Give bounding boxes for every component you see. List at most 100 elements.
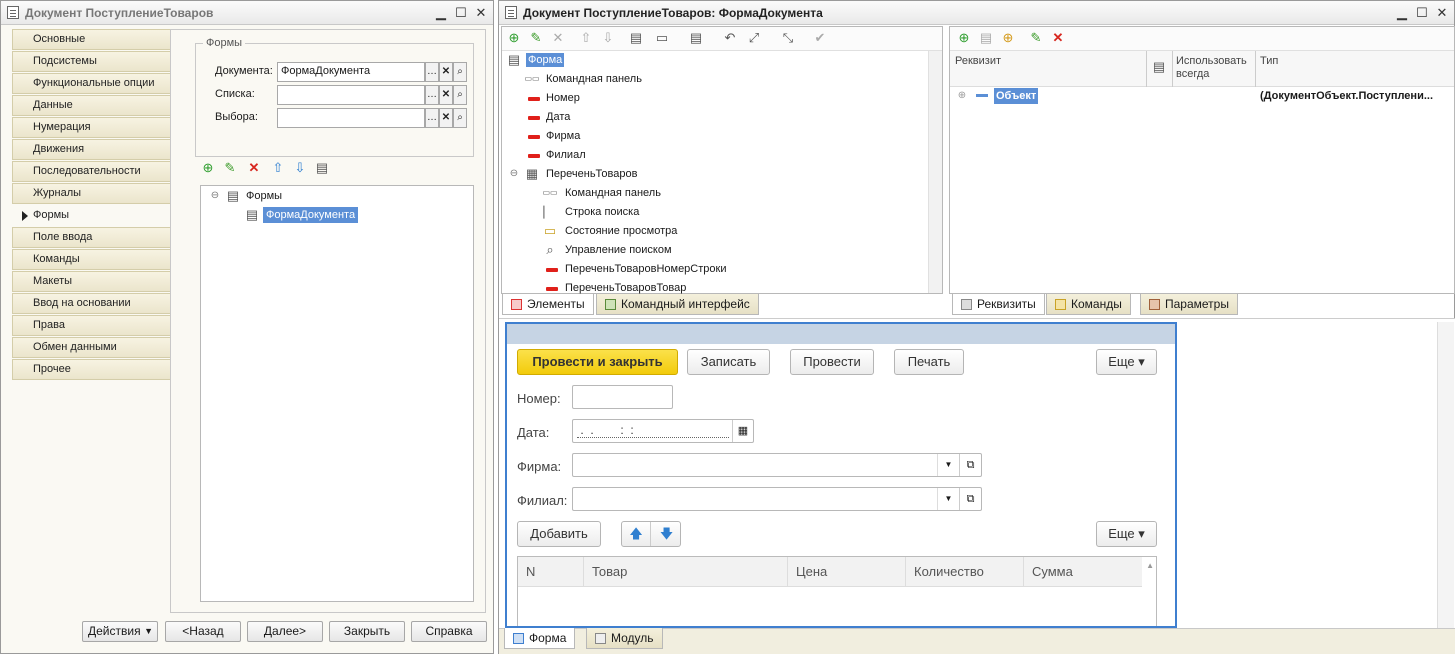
print-button[interactable]: Печать <box>894 349 964 375</box>
more-button[interactable]: Еще ▾ <box>1096 521 1157 547</box>
open-icon[interactable]: ⧉ <box>959 454 981 476</box>
post-button[interactable]: Провести <box>790 349 874 375</box>
select-button[interactable]: … <box>425 62 439 82</box>
tree-item[interactable]: ПереченьТоваров <box>546 168 637 180</box>
open-icon[interactable]: ⌕ <box>453 108 467 128</box>
tab-formy[interactable]: Формы <box>12 205 170 226</box>
tree-item[interactable]: Номер <box>546 92 580 104</box>
delete-icon[interactable]: ✕ <box>246 160 262 176</box>
open-icon[interactable]: ⌕ <box>453 85 467 105</box>
move-down-icon[interactable]: ⇩ <box>292 160 308 176</box>
col-kolichestvo[interactable]: Количество <box>906 557 1024 587</box>
add-column-icon[interactable]: ▤ <box>978 30 994 46</box>
add-icon[interactable]: ⊕ <box>200 160 216 176</box>
view-icon[interactable]: ▭ <box>654 30 670 46</box>
preview-scrollbar[interactable] <box>1437 322 1454 628</box>
actions-button[interactable]: Действия ▼ <box>82 621 158 642</box>
tab-posledovatelnosti[interactable]: Последовательности <box>12 161 170 182</box>
number-input[interactable] <box>572 385 673 409</box>
collapse-icon[interactable]: ⊖ <box>207 188 223 204</box>
tree-item[interactable]: Дата <box>546 111 570 123</box>
tab-module[interactable]: Модуль <box>586 628 663 649</box>
edit-icon[interactable]: ✎ <box>1028 30 1044 46</box>
firm-input[interactable]: ▼ ⧉ <box>572 453 982 477</box>
tab-obmen-dannymi[interactable]: Обмен данными <box>12 337 170 358</box>
date-input[interactable]: . . : : ▦ <box>572 419 754 443</box>
tree-selected-form[interactable]: ФормаДокумента <box>263 207 359 223</box>
move-up-icon[interactable]: 🡅 <box>622 522 651 546</box>
move-down-icon[interactable]: 🡇 <box>652 522 681 546</box>
edit-icon[interactable]: ✎ <box>222 160 238 176</box>
minimize-icon[interactable]: ▁ <box>1393 4 1411 22</box>
tree-item[interactable]: Строка поиска <box>565 206 639 218</box>
minimize-icon[interactable]: ▁ <box>432 4 450 22</box>
open-icon[interactable]: ⧉ <box>959 488 981 510</box>
col-tovar[interactable]: Товар <box>584 557 788 587</box>
maximize-icon[interactable]: ☐ <box>1413 4 1431 22</box>
tree-item[interactable]: Состояние просмотра <box>565 225 677 237</box>
tab-zhurnaly[interactable]: Журналы <box>12 183 170 204</box>
calendar-icon[interactable]: ▦ <box>732 420 753 442</box>
sort-icon[interactable]: ▤ <box>314 160 330 176</box>
tab-dvizheniya[interactable]: Движения <box>12 139 170 160</box>
position-icon[interactable]: ⤢ <box>746 30 762 46</box>
close-button[interactable]: Закрыть <box>329 621 405 642</box>
tab-prava[interactable]: Права <box>12 315 170 336</box>
add-attribute-icon[interactable]: ⊕ <box>956 30 972 46</box>
delete-icon[interactable]: ✕ <box>1050 30 1066 46</box>
tab-prochee[interactable]: Прочее <box>12 359 170 380</box>
tab-command-interface[interactable]: Командный интерфейс <box>596 294 759 315</box>
attribute-object[interactable]: Объект <box>994 88 1039 104</box>
tab-dannye[interactable]: Данные <box>12 95 170 116</box>
list-form-field[interactable] <box>277 85 425 105</box>
resize-icon[interactable]: ⤡ <box>780 30 796 46</box>
add-row-button[interactable]: Добавить <box>517 521 601 547</box>
wrap-icon[interactable]: ↶ <box>722 30 738 46</box>
move-up-icon[interactable]: ⇧ <box>270 160 286 176</box>
tree-item[interactable]: Фирма <box>546 130 580 142</box>
col-summa[interactable]: Сумма <box>1024 557 1142 587</box>
tab-commands[interactable]: Команды <box>1046 294 1131 315</box>
tab-form[interactable]: Форма <box>504 628 576 649</box>
collapse-icon[interactable]: ⊖ <box>506 166 522 182</box>
add-icon[interactable]: ⊕ <box>506 30 522 46</box>
tree-item[interactable]: Филиал <box>546 149 586 161</box>
edit-icon[interactable]: ✎ <box>528 30 544 46</box>
tab-elements[interactable]: Элементы <box>502 294 594 315</box>
col-cena[interactable]: Цена <box>788 557 906 587</box>
tree-item[interactable]: ПереченьТоваровНомерСтроки <box>565 263 726 275</box>
choice-form-field[interactable] <box>277 108 425 128</box>
back-button[interactable]: <Назад <box>165 621 241 642</box>
add-field-icon[interactable]: ▤ <box>628 30 644 46</box>
move-down-icon[interactable]: ⇩ <box>600 30 616 46</box>
next-button[interactable]: Далее> <box>247 621 323 642</box>
clear-icon[interactable]: ✕ <box>439 108 453 128</box>
branch-input[interactable]: ▼ ⧉ <box>572 487 982 511</box>
move-up-icon[interactable]: ⇧ <box>578 30 594 46</box>
clear-icon[interactable]: ✕ <box>439 62 453 82</box>
write-button[interactable]: Записать <box>687 349 770 375</box>
chevron-down-icon[interactable]: ▼ <box>937 488 959 510</box>
scrollbar[interactable] <box>928 51 942 293</box>
tree-item[interactable]: Командная панель <box>546 73 642 85</box>
scroll-up-icon[interactable]: ▲ <box>1146 561 1154 570</box>
add-from-object-icon[interactable]: ⊕ <box>1000 30 1016 46</box>
document-form-field[interactable]: ФормаДокумента <box>277 62 425 82</box>
tab-funkc-opcii[interactable]: Функциональные опции <box>12 73 170 94</box>
open-icon[interactable]: ⌕ <box>453 62 467 82</box>
post-and-close-button[interactable]: Провести и закрыть <box>517 349 678 375</box>
tab-osnovnye[interactable]: Основные <box>12 29 170 50</box>
clear-icon[interactable]: ✕ <box>439 85 453 105</box>
delete-icon[interactable]: ✕ <box>550 30 566 46</box>
tab-komandy[interactable]: Команды <box>12 249 170 270</box>
tree-item[interactable]: ПереченьТоваровТовар <box>565 282 686 294</box>
chevron-down-icon[interactable]: ▼ <box>937 454 959 476</box>
tree-item[interactable]: Управление поиском <box>565 244 672 256</box>
tab-vvod-na-osnovanii[interactable]: Ввод на основании <box>12 293 170 314</box>
tree-item-form[interactable]: Форма <box>526 53 565 67</box>
close-icon[interactable]: ✕ <box>472 4 490 22</box>
col-n[interactable]: N <box>518 557 584 587</box>
tab-attributes[interactable]: Реквизиты <box>952 294 1045 315</box>
select-button[interactable]: … <box>425 85 439 105</box>
tab-podsistemy[interactable]: Подсистемы <box>12 51 170 72</box>
